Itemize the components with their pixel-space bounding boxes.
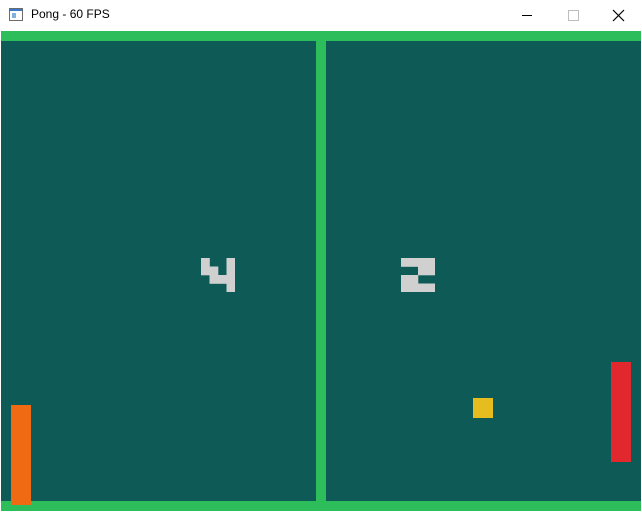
score-pixel [226, 283, 235, 292]
score-pixel [401, 258, 410, 267]
game-canvas[interactable]: 4 2 [1, 31, 641, 511]
score-pixel [201, 258, 210, 267]
right-score-digit [401, 258, 435, 292]
center-net [316, 31, 326, 511]
minimize-button[interactable] [504, 0, 550, 31]
close-button[interactable] [596, 0, 642, 31]
score-pixel [418, 266, 427, 276]
score-pixel [226, 275, 235, 284]
score-pixel [409, 258, 419, 267]
window-title: Pong - 60 FPS [31, 7, 110, 21]
score-pixel [209, 266, 219, 276]
score-pixel [426, 266, 435, 276]
left-score-digit [201, 258, 235, 292]
score-pixel [401, 283, 410, 292]
ball [473, 398, 493, 418]
score-pixel [426, 258, 435, 267]
score-pixel [401, 275, 410, 284]
maximize-button[interactable] [550, 0, 596, 31]
score-pixel [226, 266, 235, 276]
game-window: Pong - 60 FPS [0, 0, 642, 512]
right-paddle [611, 362, 631, 462]
score-pixel [409, 275, 419, 284]
left-paddle [11, 405, 31, 505]
score-pixel [201, 266, 210, 276]
title-bar[interactable]: Pong - 60 FPS [0, 0, 642, 31]
score-pixel [209, 275, 219, 284]
right-score: 2 [401, 258, 435, 292]
score-pixel [418, 258, 427, 267]
score-pixel [409, 283, 419, 292]
score-pixel [418, 283, 427, 292]
left-score: 4 [201, 258, 235, 292]
window-app-icon[interactable] [9, 8, 23, 21]
score-pixel [226, 258, 235, 267]
score-pixel [426, 283, 435, 292]
score-pixel [218, 275, 227, 284]
